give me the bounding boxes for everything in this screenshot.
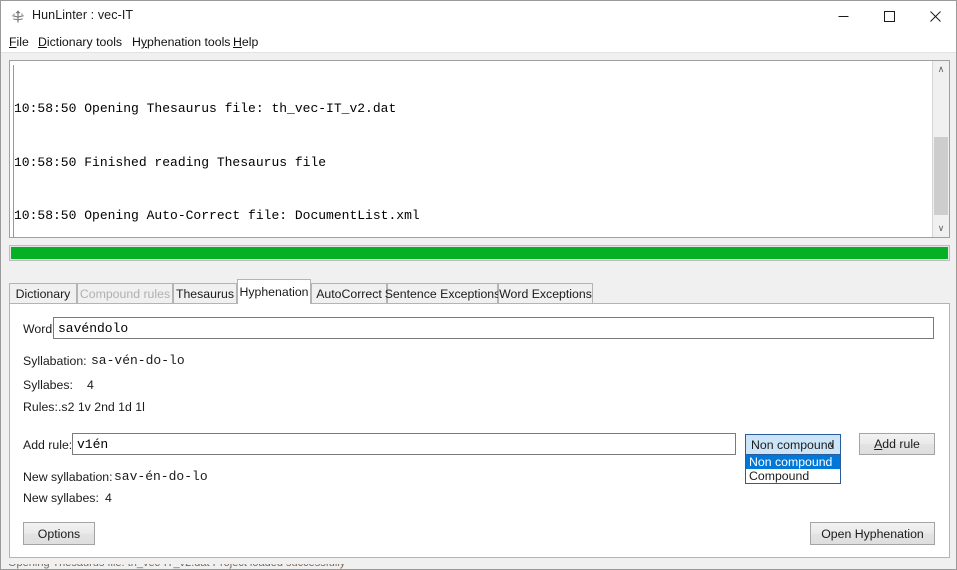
hyphenation-panel — [9, 303, 950, 558]
scroll-down-icon[interactable]: ∨ — [933, 220, 949, 237]
maximize-icon — [883, 10, 895, 22]
log-text: 10:58:50 Opening Thesaurus file: th_vec-… — [14, 64, 521, 237]
compound-type-option-non-compound[interactable]: Non compound — [746, 455, 840, 469]
add-rule-label: Add rule: — [23, 438, 73, 452]
word-label: Word: — [23, 322, 56, 336]
tab-hyphenation[interactable]: Hyphenation — [237, 279, 311, 304]
menu-help[interactable]: Help — [232, 35, 259, 49]
new-syllabation-value: sav-én-do-lo — [114, 469, 208, 484]
log-line: 10:58:50 Finished reading Thesaurus file — [14, 154, 327, 170]
new-syllabes-label: New syllabes: — [23, 491, 99, 505]
scroll-up-icon[interactable]: ∧ — [933, 61, 949, 78]
open-hyphenation-button[interactable]: Open Hyphenation — [810, 522, 935, 545]
compound-type-option-compound[interactable]: Compound — [746, 469, 840, 483]
log-vertical-scrollbar[interactable]: ∧ ∨ — [932, 61, 949, 237]
tab-thesaurus[interactable]: Thesaurus — [173, 283, 237, 304]
minimize-button[interactable] — [820, 1, 866, 31]
close-icon — [929, 10, 941, 22]
status-bar: Opening Thesaurus file: th_vec-IT_v2.dat… — [2, 564, 956, 569]
add-rule-input[interactable]: v1én — [72, 433, 736, 455]
options-button-label: Options — [37, 526, 81, 541]
compound-type-dropdown-list[interactable]: Non compound Compound — [745, 455, 841, 484]
word-input-value: savéndolo — [58, 321, 129, 336]
syllabation-value: sa-vén-do-lo — [91, 353, 185, 368]
app-icon — [10, 9, 26, 25]
word-input[interactable]: savéndolo — [53, 317, 934, 339]
application-window: HunLinter : vec-IT File Dictionary tools… — [0, 0, 957, 570]
log-line: 10:58:50 Opening Thesaurus file: th_vec-… — [14, 100, 397, 116]
window-title: HunLinter : vec-IT — [32, 8, 134, 22]
close-button[interactable] — [912, 1, 956, 31]
menu-hyphenation-tools[interactable]: Hyphenation tools — [131, 35, 231, 49]
options-button[interactable]: Options — [23, 522, 95, 545]
rules-value: .s2 1v 2nd 1d 1l — [58, 400, 145, 414]
log-output-panel[interactable]: 10:58:50 Opening Thesaurus file: th_vec-… — [9, 60, 950, 238]
tab-word-exceptions[interactable]: Word Exceptions — [498, 283, 593, 304]
tab-compound-rules: Compound rules — [77, 283, 173, 304]
minimize-icon — [838, 15, 848, 17]
new-syllabation-label: New syllabation: — [23, 470, 113, 484]
add-rule-input-value: v1én — [77, 437, 109, 452]
rules-label: Rules: — [23, 400, 58, 414]
scrollbar-thumb[interactable] — [934, 137, 948, 215]
tab-autocorrect[interactable]: AutoCorrect — [311, 283, 387, 304]
compound-type-selected-value: Non compound — [751, 438, 835, 452]
log-line: 10:58:50 Opening Auto-Correct file: Docu… — [14, 208, 420, 224]
menu-bar: File Dictionary tools Hyphenation tools … — [1, 32, 956, 53]
compound-type-combobox[interactable]: Non compound ∨ — [745, 434, 841, 455]
tab-strip: Dictionary Compound rules Thesaurus Hyph… — [9, 279, 950, 304]
chevron-down-icon: ∨ — [828, 439, 835, 449]
open-hyphenation-button-label: Open Hyphenation — [821, 526, 924, 541]
add-rule-button-label: Add rule — [874, 437, 920, 451]
new-syllabes-value: 4 — [105, 491, 112, 505]
tab-sentence-exceptions[interactable]: Sentence Exceptions — [385, 283, 500, 304]
progress-bar-fill — [11, 247, 948, 259]
menu-file[interactable]: File — [8, 35, 30, 49]
status-bar-text: Opening Thesaurus file: th_vec-IT_v2.dat… — [8, 564, 345, 569]
syllabes-value: 4 — [87, 378, 94, 392]
add-rule-button[interactable]: Add rule — [859, 433, 935, 455]
syllabes-label: Syllabes: — [23, 378, 73, 392]
maximize-button[interactable] — [866, 1, 912, 31]
menu-dictionary-tools[interactable]: Dictionary tools — [37, 35, 123, 49]
syllabation-label: Syllabation: — [23, 354, 87, 368]
tab-dictionary[interactable]: Dictionary — [9, 283, 77, 304]
title-bar: HunLinter : vec-IT — [1, 1, 956, 32]
progress-bar — [9, 245, 950, 261]
